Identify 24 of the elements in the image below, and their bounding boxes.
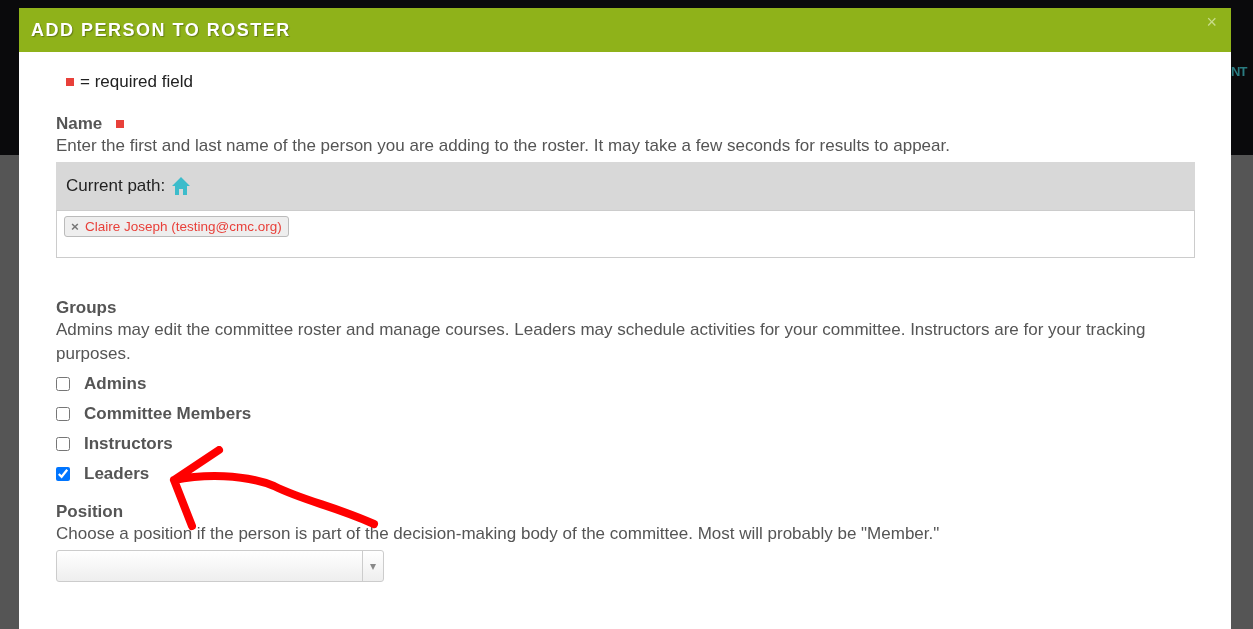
name-token[interactable]: × Claire Joseph (testing@cmc.org) bbox=[64, 216, 289, 237]
help-text: Choose a position if the person is part of the decision-making body of the committee. Most will probably be "Member." bbox=[56, 523, 941, 545]
path-label: Current path: bbox=[66, 176, 166, 196]
checkbox-label: Admins bbox=[84, 374, 147, 394]
checkbox[interactable] bbox=[56, 377, 70, 391]
legend-text: = required field bbox=[80, 72, 193, 92]
field-label: Name bbox=[56, 114, 103, 134]
checkbox[interactable] bbox=[56, 437, 70, 451]
name-input-field[interactable]: × Claire Joseph (testing@cmc.org) bbox=[56, 210, 1195, 258]
dialog-title: ADD PERSON TO ROSTER bbox=[31, 19, 291, 41]
field-label: Position bbox=[56, 502, 124, 522]
background-heading: NT bbox=[1231, 64, 1247, 79]
checkbox-label: Committee Members bbox=[84, 404, 252, 424]
checkbox-label: Instructors bbox=[84, 434, 173, 454]
token-text: Claire Joseph (testing@cmc.org) bbox=[84, 219, 282, 234]
remove-icon[interactable]: × bbox=[71, 219, 79, 234]
position-select[interactable]: ▾ bbox=[56, 550, 384, 582]
checkbox[interactable] bbox=[56, 407, 70, 421]
checkbox[interactable] bbox=[56, 467, 70, 481]
help-text: Admins may edit the committee roster and manage courses. Leaders may schedule activities for your committee. Instructors are for your tracking purposes. bbox=[56, 319, 1147, 365]
checkbox-label: Leaders bbox=[84, 464, 150, 484]
required-marker bbox=[66, 78, 74, 86]
field-label: Groups bbox=[56, 298, 117, 318]
help-text: Enter the first and last name of the person you are adding to the roster. It may take a few seconds for results to appear. bbox=[56, 135, 951, 157]
